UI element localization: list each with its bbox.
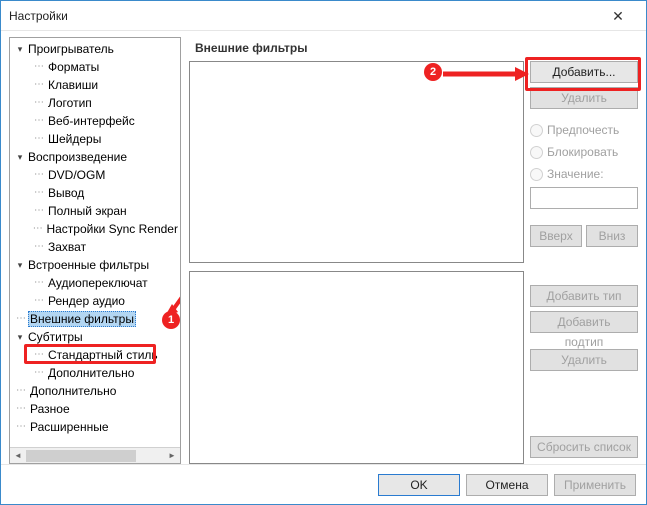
tree-connector-icon: ⋯ xyxy=(14,382,28,400)
tree-item-label: DVD/OGM xyxy=(46,168,107,182)
settings-window: Настройки ✕ ▾Проигрыватель⋯Форматы⋯Клави… xyxy=(0,0,647,505)
filters-listbox[interactable] xyxy=(189,61,524,263)
tree-connector-icon: ⋯ xyxy=(32,292,46,310)
up-button: Вверх xyxy=(530,225,582,247)
dialog-footer: OK Отмена Применить xyxy=(1,464,646,504)
tree-item-label: Проигрыватель xyxy=(26,42,116,56)
tree-item-label: Полный экран xyxy=(46,204,129,218)
tree-item-label: Субтитры xyxy=(26,330,85,344)
scroll-right-icon[interactable]: ► xyxy=(164,448,180,464)
tree-item-label: Клавиши xyxy=(46,78,100,92)
tree-item-label: Логотип xyxy=(46,96,94,110)
tree-item[interactable]: ⋯Внешние фильтры xyxy=(10,310,180,328)
tree-connector-icon: ⋯ xyxy=(31,220,44,238)
tree-item[interactable]: ⋯Расширенные xyxy=(10,418,180,436)
tree-item[interactable]: ⋯Разное xyxy=(10,400,180,418)
tree-item[interactable]: ⋯Клавиши xyxy=(10,76,180,94)
tree-item-label: Встроенные фильтры xyxy=(26,258,151,272)
types-listbox[interactable] xyxy=(189,271,524,464)
tree-item[interactable]: ▾Субтитры xyxy=(10,328,180,346)
tree-item[interactable]: ▾Воспроизведение xyxy=(10,148,180,166)
tree-item[interactable]: ⋯Стандартный стиль xyxy=(10,346,180,364)
tree-connector-icon: ⋯ xyxy=(14,400,28,418)
tree-item[interactable]: ⋯Аудиопереключат xyxy=(10,274,180,292)
radio-value: Значение: xyxy=(530,165,638,183)
tree-connector-icon: ⋯ xyxy=(32,130,46,148)
radio-block-input xyxy=(530,146,543,159)
scroll-left-icon[interactable]: ◄ xyxy=(10,448,26,464)
tree-item-label: Аудиопереключат xyxy=(46,276,150,290)
tree-item-label: Шейдеры xyxy=(46,132,103,146)
expander-icon[interactable]: ▾ xyxy=(14,152,26,163)
tree-item-label: Захват xyxy=(46,240,88,254)
radio-value-input xyxy=(530,168,543,181)
ok-button[interactable]: OK xyxy=(378,474,460,496)
delete-type-button: Удалить xyxy=(530,349,638,371)
tree-item[interactable]: ⋯Вывод xyxy=(10,184,180,202)
tree-connector-icon: ⋯ xyxy=(32,202,46,220)
tree-item[interactable]: ⋯DVD/OGM xyxy=(10,166,180,184)
tree-connector-icon: ⋯ xyxy=(32,94,46,112)
cancel-button[interactable]: Отмена xyxy=(466,474,548,496)
tree-hscrollbar[interactable]: ◄ ► xyxy=(10,447,180,463)
titlebar: Настройки ✕ xyxy=(1,1,646,31)
tree-connector-icon: ⋯ xyxy=(14,418,28,436)
nav-tree[interactable]: ▾Проигрыватель⋯Форматы⋯Клавиши⋯Логотип⋯В… xyxy=(9,37,181,464)
add-type-button: Добавить тип xyxy=(530,285,638,307)
tree-item[interactable]: ⋯Дополнительно xyxy=(10,382,180,400)
tree-item-label: Форматы xyxy=(46,60,101,74)
tree-item-label: Расширенные xyxy=(28,420,111,434)
tree-connector-icon: ⋯ xyxy=(14,310,28,328)
tree-item[interactable]: ▾Проигрыватель xyxy=(10,40,180,58)
down-button: Вниз xyxy=(586,225,638,247)
main-panel: Внешние фильтры Добавить... Удалить Пред… xyxy=(189,37,638,464)
radio-prefer: Предпочесть xyxy=(530,121,638,139)
tree-item-label: Настройки Sync Render xyxy=(44,222,180,236)
tree-item[interactable]: ▾Встроенные фильтры xyxy=(10,256,180,274)
expander-icon[interactable]: ▾ xyxy=(14,332,26,343)
tree-connector-icon: ⋯ xyxy=(32,166,46,184)
tree-connector-icon: ⋯ xyxy=(32,346,46,364)
tree-item[interactable]: ⋯Форматы xyxy=(10,58,180,76)
window-title: Настройки xyxy=(9,9,598,23)
expander-icon[interactable]: ▾ xyxy=(14,44,26,55)
close-button[interactable]: ✕ xyxy=(598,2,638,30)
tree-connector-icon: ⋯ xyxy=(32,238,46,256)
tree-item[interactable]: ⋯Рендер аудио xyxy=(10,292,180,310)
expander-icon[interactable]: ▾ xyxy=(14,260,26,271)
add-subtype-button: Добавить подтип xyxy=(530,311,638,333)
tree-connector-icon: ⋯ xyxy=(32,364,46,382)
tree-item-label: Рендер аудио xyxy=(46,294,127,308)
tree-item[interactable]: ⋯Настройки Sync Render xyxy=(10,220,180,238)
tree-connector-icon: ⋯ xyxy=(32,112,46,130)
tree-item[interactable]: ⋯Шейдеры xyxy=(10,130,180,148)
tree-connector-icon: ⋯ xyxy=(32,184,46,202)
add-button[interactable]: Добавить... xyxy=(530,61,638,83)
tree-item[interactable]: ⋯Веб-интерфейс xyxy=(10,112,180,130)
radio-block: Блокировать xyxy=(530,143,638,161)
tree-item-label: Воспроизведение xyxy=(26,150,129,164)
tree-item-label: Внешние фильтры xyxy=(28,311,136,327)
tree-item[interactable]: ⋯Дополнительно xyxy=(10,364,180,382)
tree-item-label: Стандартный стиль xyxy=(46,348,160,362)
radio-prefer-input xyxy=(530,124,543,137)
apply-button: Применить xyxy=(554,474,636,496)
tree-connector-icon: ⋯ xyxy=(32,274,46,292)
delete-button: Удалить xyxy=(530,87,638,109)
tree-item-label: Дополнительно xyxy=(28,384,118,398)
tree-item[interactable]: ⋯Захват xyxy=(10,238,180,256)
tree-item-label: Веб-интерфейс xyxy=(46,114,137,128)
tree-item-label: Вывод xyxy=(46,186,86,200)
tree-connector-icon: ⋯ xyxy=(32,58,46,76)
tree-item[interactable]: ⋯Полный экран xyxy=(10,202,180,220)
tree-item-label: Разное xyxy=(28,402,72,416)
reset-list-button: Сбросить список xyxy=(530,436,638,458)
tree-item-label: Дополнительно xyxy=(46,366,136,380)
tree-connector-icon: ⋯ xyxy=(32,76,46,94)
scroll-thumb[interactable] xyxy=(26,450,136,462)
panel-title: Внешние фильтры xyxy=(189,37,638,61)
value-textbox xyxy=(530,187,638,209)
tree-item[interactable]: ⋯Логотип xyxy=(10,94,180,112)
